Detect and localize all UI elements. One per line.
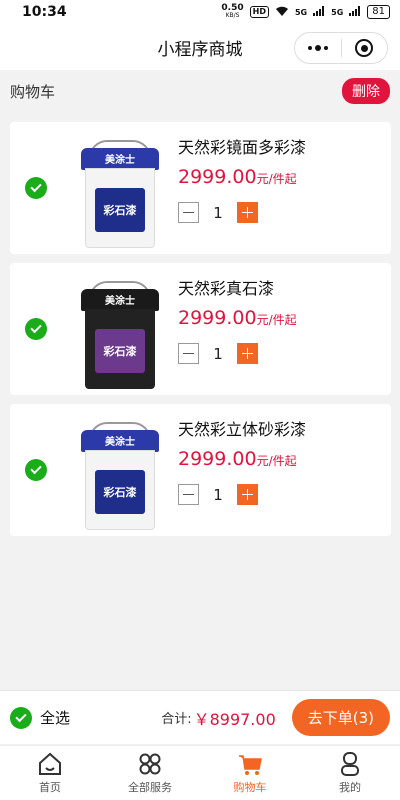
tab-all-services[interactable]: 全部服务: [100, 746, 200, 800]
price-value: 2999.00: [178, 166, 257, 188]
status-bar: 10:34 0.50 KB/S HD 5G 5G 81: [0, 0, 400, 24]
quantity-value: 1: [213, 203, 223, 222]
cart-title: 购物车: [10, 82, 56, 101]
hd-badge: HD: [249, 6, 269, 18]
nav-bar: 小程序商城: [0, 24, 400, 70]
product-image[interactable]: 美涂士 彩石漆: [75, 271, 165, 389]
page-title: 小程序商城: [157, 39, 243, 60]
tab-mine[interactable]: 我的: [300, 746, 400, 800]
cart-icon: [239, 755, 262, 775]
product-price: 2999.00元/件起: [178, 166, 297, 188]
quantity-stepper: 1: [178, 484, 258, 505]
cart-header: 购物车 删除: [0, 72, 400, 110]
checkout-bar: 全选 合计: ￥8997.00 去下单(3): [0, 690, 400, 744]
more-dots-icon: [307, 45, 328, 51]
home-icon: [39, 752, 61, 775]
price-value: 2999.00: [178, 448, 257, 470]
cart-item: 美涂士 彩石漆 天然彩真石漆 2999.00元/件起 1: [10, 263, 391, 395]
select-all-checkbox[interactable]: [10, 706, 32, 729]
price-unit: 元/件起: [256, 172, 297, 186]
tab-bar: 首页 全部服务 购物车 我的: [0, 745, 400, 800]
quantity-stepper: 1: [178, 343, 258, 364]
paint-bucket-image: 美涂士 彩石漆: [81, 422, 159, 530]
select-all-toggle[interactable]: 全选: [10, 706, 71, 729]
decrease-quantity-button[interactable]: [178, 343, 199, 364]
product-image[interactable]: 美涂士 彩石漆: [75, 412, 165, 530]
cart-item: 美涂士 彩石漆 天然彩镜面多彩漆 2999.00元/件起 1: [10, 122, 391, 254]
tab-home[interactable]: 首页: [0, 746, 100, 800]
tab-cart[interactable]: 购物车: [200, 746, 300, 800]
more-menu-button[interactable]: [295, 33, 341, 63]
signal-icon: [313, 5, 325, 19]
tab-label: 首页: [39, 781, 61, 794]
price-unit: 元/件起: [256, 454, 297, 468]
battery-icon: 81: [367, 5, 390, 19]
signal-1-label: 5G: [294, 7, 308, 17]
item-checkbox[interactable]: [25, 318, 47, 340]
signal-icon: [349, 5, 361, 19]
user-icon: [341, 752, 359, 776]
net-speed: 0.50 KB/S: [221, 4, 243, 20]
net-speed-value: 0.50: [221, 3, 244, 13]
decrease-quantity-button[interactable]: [178, 202, 199, 223]
increase-quantity-button[interactable]: [237, 202, 258, 223]
place-order-button[interactable]: 去下单(3): [291, 699, 390, 736]
bucket-brand: 美涂士: [105, 155, 135, 166]
product-price: 2999.00元/件起: [178, 448, 297, 470]
target-icon: [355, 39, 374, 57]
increase-quantity-button[interactable]: [237, 484, 258, 505]
total-value: ￥8997.00: [193, 709, 276, 729]
status-indicators: 0.50 KB/S HD 5G 5G 81: [221, 4, 390, 20]
total-label: 合计:: [161, 712, 192, 727]
quantity-stepper: 1: [178, 202, 258, 223]
increase-quantity-button[interactable]: [237, 343, 258, 364]
item-checkbox[interactable]: [25, 177, 47, 199]
signal-2-label: 5G: [331, 7, 344, 17]
tab-label: 我的: [339, 781, 361, 794]
delete-button[interactable]: 删除: [342, 78, 390, 104]
product-name[interactable]: 天然彩镜面多彩漆: [178, 134, 306, 158]
miniprogram-capsule: [294, 32, 388, 64]
paint-bucket-image: 美涂士 彩石漆: [81, 140, 159, 248]
product-name[interactable]: 天然彩真石漆: [178, 275, 274, 299]
product-price: 2999.00元/件起: [178, 307, 297, 329]
product-image[interactable]: 美涂士 彩石漆: [75, 130, 165, 248]
price-unit: 元/件起: [256, 313, 297, 327]
cart-item: 美涂士 彩石漆 天然彩立体砂彩漆 2999.00元/件起 1: [10, 404, 391, 536]
close-miniprogram-button[interactable]: [342, 33, 388, 63]
wifi-icon: [275, 5, 289, 20]
quantity-value: 1: [213, 344, 223, 363]
price-value: 2999.00: [178, 307, 257, 329]
tab-label: 全部服务: [128, 781, 172, 794]
quantity-value: 1: [213, 485, 223, 504]
tab-label: 购物车: [233, 781, 267, 794]
bucket-brand: 美涂士: [105, 296, 135, 307]
item-checkbox[interactable]: [25, 459, 47, 481]
bucket-brand: 美涂士: [105, 437, 135, 448]
net-speed-unit: KB/S: [225, 12, 240, 19]
bucket-label: 彩石漆: [95, 329, 145, 373]
decrease-quantity-button[interactable]: [178, 484, 199, 505]
status-time: 10:34: [22, 4, 67, 20]
select-all-label: 全选: [40, 709, 71, 727]
grid-icon: [139, 753, 161, 775]
bucket-label: 彩石漆: [95, 470, 145, 514]
bucket-label: 彩石漆: [95, 188, 145, 232]
product-name[interactable]: 天然彩立体砂彩漆: [178, 416, 306, 440]
paint-bucket-image: 美涂士 彩石漆: [81, 281, 159, 389]
